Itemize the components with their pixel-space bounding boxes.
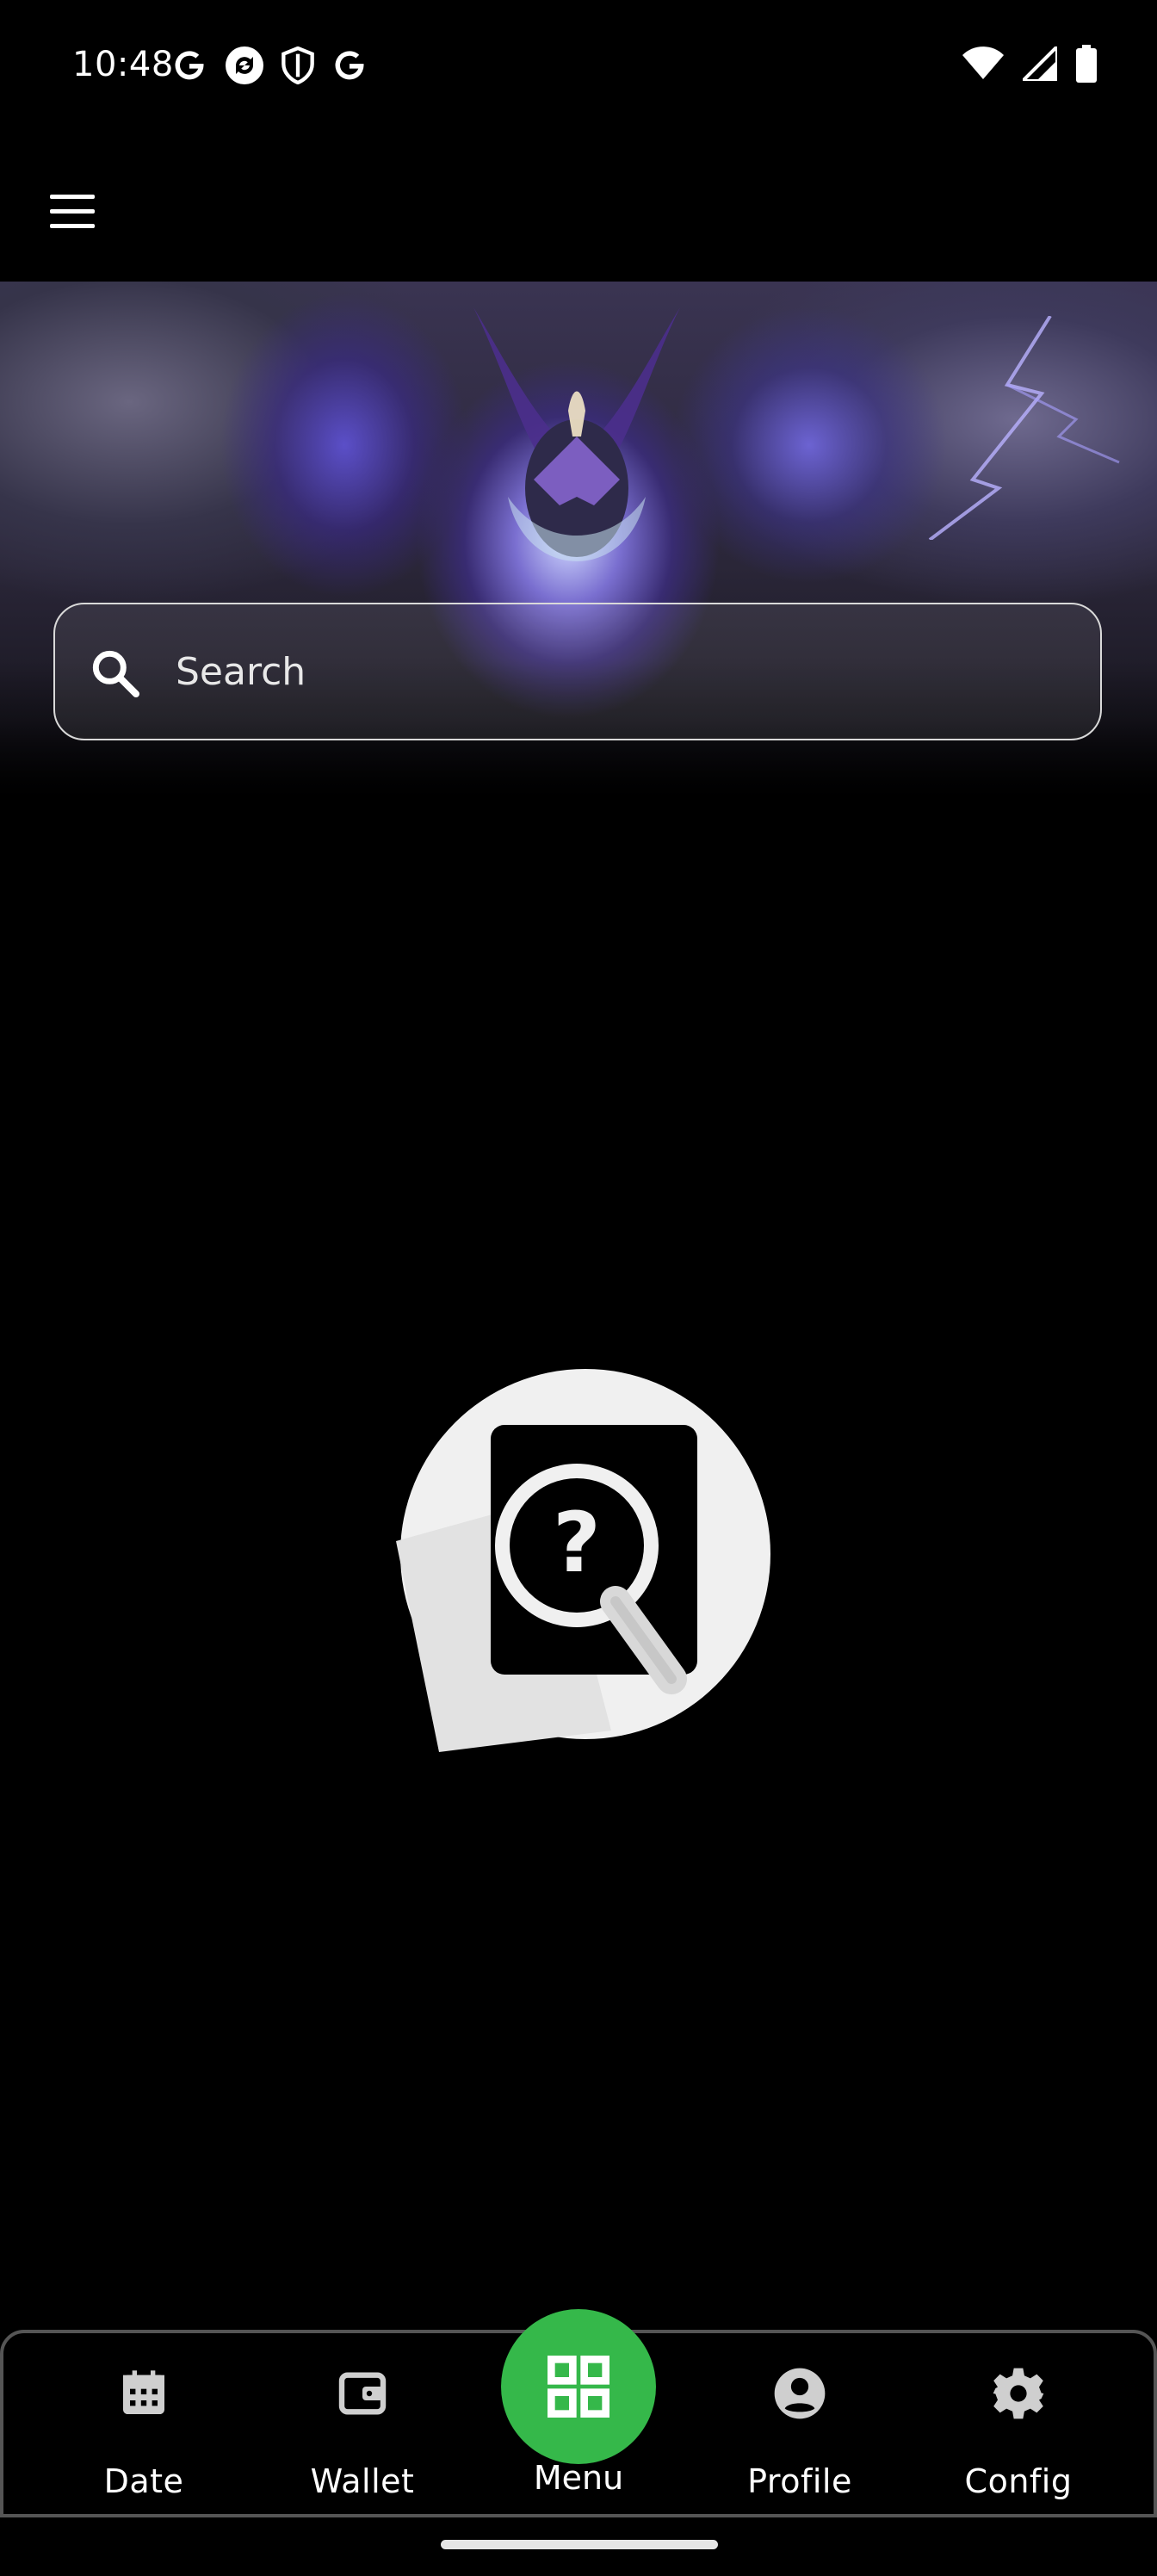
nav-label-menu: Menu (533, 2459, 624, 2497)
wifi-icon (962, 46, 1004, 84)
lightning-decoration (928, 316, 1120, 540)
wallet-icon (338, 2372, 387, 2415)
calendar-icon (123, 2370, 164, 2414)
nav-item-profile[interactable]: Profile (690, 2333, 909, 2517)
status-bar: 10:48 (0, 0, 1157, 138)
search-icon (92, 650, 139, 697)
nav-item-config[interactable]: Config (909, 2333, 1128, 2517)
grid-icon (548, 2356, 609, 2418)
status-icons-left (170, 45, 368, 93)
google-icon (331, 46, 368, 91)
search-bar[interactable] (53, 603, 1102, 740)
menu-fab-button[interactable] (501, 2309, 656, 2464)
sync-icon (224, 45, 265, 93)
battery-icon (1076, 45, 1097, 86)
google-icon (170, 46, 208, 91)
status-icons-right (962, 42, 1097, 86)
search-input[interactable] (176, 604, 1071, 739)
document-search-question-icon: ? (396, 1369, 770, 1752)
svg-text:?: ? (553, 1495, 601, 1591)
shield-icon (281, 46, 315, 91)
status-time: 10:48 (72, 45, 174, 84)
nav-label-profile: Profile (747, 2462, 852, 2500)
nav-item-date[interactable]: Date (34, 2333, 253, 2517)
gear-icon (993, 2368, 1044, 2419)
home-indicator[interactable] (441, 2540, 718, 2549)
nav-label-wallet: Wallet (310, 2462, 415, 2500)
hamburger-menu-button[interactable] (41, 181, 103, 243)
nav-label-config: Config (964, 2462, 1073, 2500)
nav-item-wallet[interactable]: Wallet (253, 2333, 472, 2517)
warrior-artwork (473, 307, 680, 561)
signal-icon (1018, 42, 1059, 84)
nav-label-date: Date (103, 2462, 184, 2500)
account-circle-icon (774, 2368, 826, 2419)
